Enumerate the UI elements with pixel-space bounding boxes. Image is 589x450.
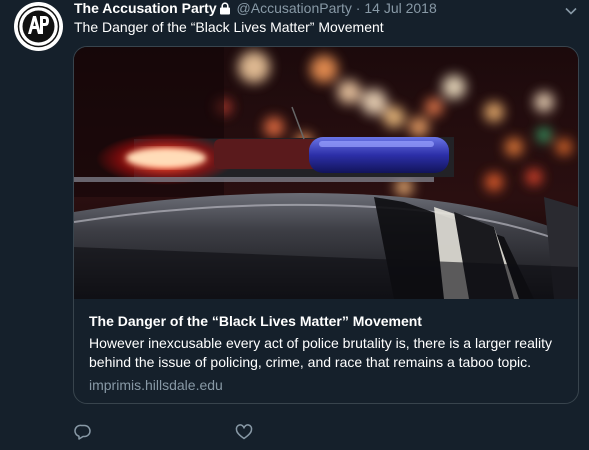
tweet-date[interactable]: 14 Jul 2018 <box>364 0 436 16</box>
lock-icon <box>219 2 231 18</box>
author-handle[interactable]: @AccusationParty <box>237 0 352 16</box>
tweet: The Accusation Party @AccusationParty · … <box>0 0 589 450</box>
reply-icon[interactable] <box>74 423 94 443</box>
card-title: The Danger of the “Black Lives Matter” M… <box>89 313 422 329</box>
link-card[interactable]: The Danger of the “Black Lives Matter” M… <box>73 46 579 404</box>
tweet-header: The Accusation Party @AccusationParty · … <box>74 0 559 18</box>
author-name[interactable]: The Accusation Party <box>74 0 217 16</box>
header-separator: · <box>355 0 361 16</box>
card-image <box>74 47 578 299</box>
avatar[interactable] <box>14 2 63 51</box>
chevron-down-icon[interactable] <box>565 2 577 20</box>
card-domain: imprimis.hillsdale.edu <box>89 377 223 393</box>
accusation-party-logo-icon <box>14 2 63 51</box>
heart-icon[interactable] <box>235 423 255 443</box>
tweet-text: The Danger of the “Black Lives Matter” M… <box>74 19 384 35</box>
card-body: The Danger of the “Black Lives Matter” M… <box>89 312 564 395</box>
card-description: However inexcusable every act of police … <box>89 335 552 370</box>
